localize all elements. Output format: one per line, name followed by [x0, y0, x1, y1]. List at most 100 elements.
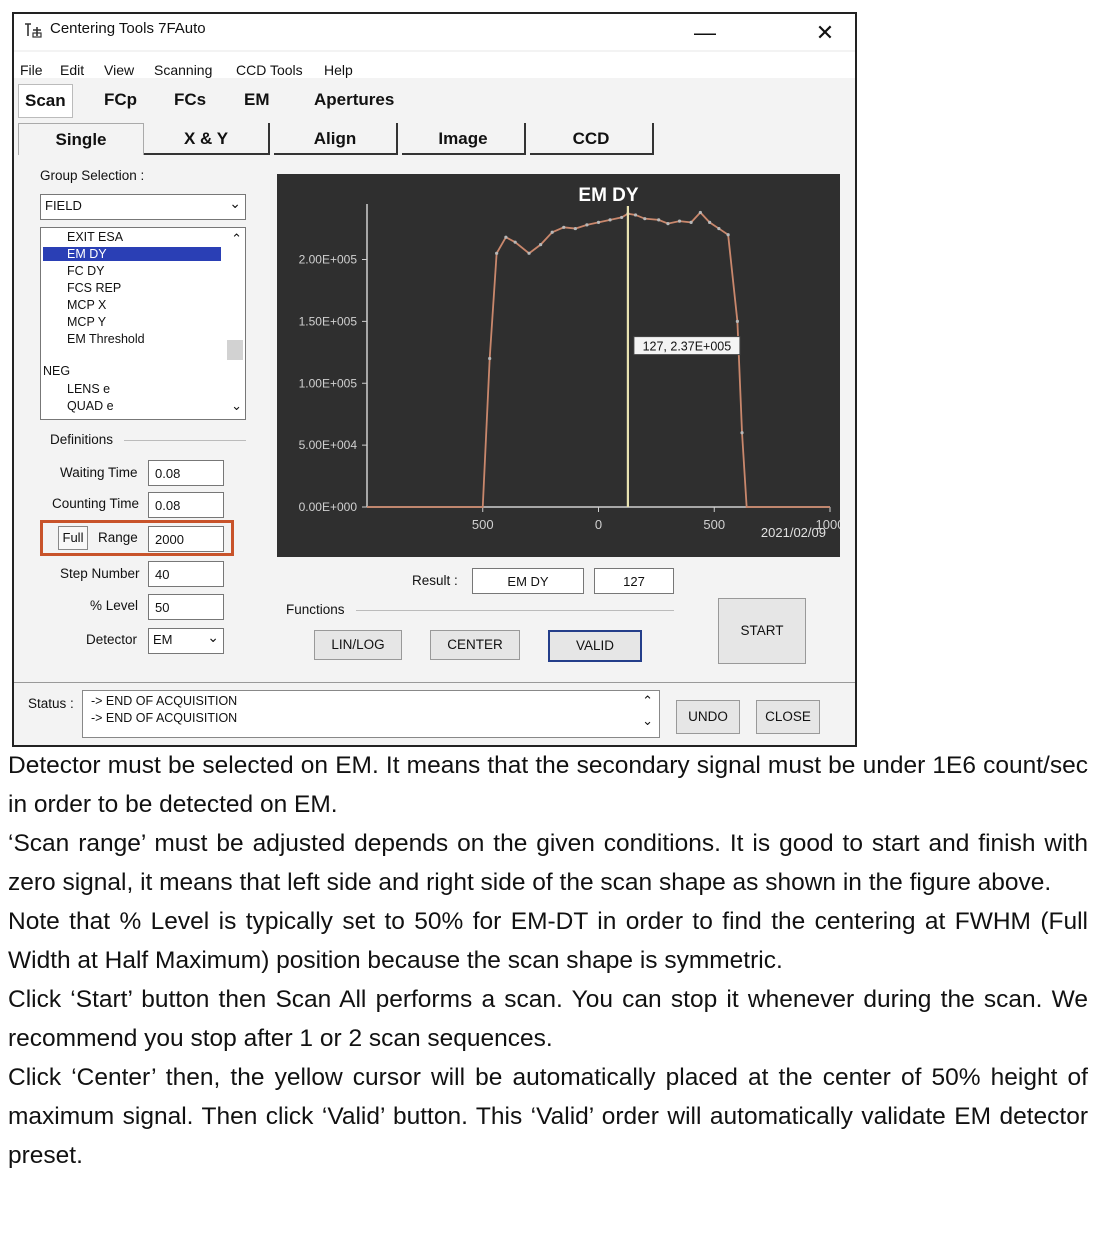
list-item[interactable]: FCS REP: [67, 281, 121, 295]
start-button[interactable]: START: [718, 598, 806, 664]
scan-data-point: [562, 225, 566, 229]
definitions-label: Definitions: [50, 432, 114, 447]
scan-series-line: [367, 211, 830, 508]
group-listbox[interactable]: EXIT ESA EM DY FC DY FCS REP MCP X MCP Y…: [40, 227, 246, 420]
tab-scan-all[interactable]: Scan All: [18, 84, 73, 142]
scroll-down-icon[interactable]: ⌄: [231, 398, 242, 414]
group-selection-dropdown[interactable]: FIELD ⌄: [40, 194, 246, 220]
minimize-button[interactable]: —: [690, 20, 720, 46]
x-tick-label: 0: [595, 517, 602, 532]
y-tick-label: 1.50E+005: [299, 314, 358, 328]
scroll-up-icon[interactable]: ⌃: [231, 231, 242, 247]
full-button[interactable]: Full: [58, 526, 88, 550]
caption-paragraph: Click ‘Start’ button then Scan All perfo…: [8, 986, 1088, 1052]
center-button[interactable]: CENTER: [430, 630, 520, 660]
tab-em[interactable]: EM: [238, 84, 276, 116]
window-title: Centering Tools 7FAuto: [50, 20, 206, 37]
centering-tools-window: Centering Tools 7FAuto — ✕ File Edit Vie…: [12, 12, 857, 747]
scan-data-point: [633, 213, 638, 217]
list-item[interactable]: MCP X: [67, 298, 106, 312]
scan-data-point: [608, 218, 612, 222]
detector-dropdown[interactable]: EM ⌄: [148, 628, 224, 654]
scroll-down-icon[interactable]: ⌄: [642, 713, 653, 729]
status-label: Status :: [28, 696, 74, 711]
menu-ccd-tools[interactable]: CCD Tools: [236, 62, 303, 78]
status-divider: [14, 682, 855, 683]
tab-single[interactable]: Single: [18, 123, 144, 155]
title-bar: Centering Tools 7FAuto — ✕: [14, 14, 855, 50]
status-textbox[interactable]: -> END OF ACQUISITION -> END OF ACQUISIT…: [82, 690, 660, 738]
list-item[interactable]: FC DY: [67, 264, 105, 278]
x-tick-label: 500: [703, 517, 725, 532]
step-number-input[interactable]: 40: [148, 561, 224, 587]
tab-align[interactable]: Align: [274, 123, 398, 155]
result-name-field: EM DY: [472, 568, 584, 594]
list-item[interactable]: EM Threshold: [67, 332, 145, 346]
scan-chart[interactable]: EM DY 2.00E+005 1.50E+005 1.00E+005 5.00E+00…: [277, 174, 845, 557]
scan-data-point: [573, 226, 577, 231]
menu-scanning[interactable]: Scanning: [154, 62, 212, 78]
list-item[interactable]: MCP Y: [67, 315, 106, 329]
scan-data-point: [698, 210, 702, 215]
menu-view[interactable]: View: [104, 62, 134, 78]
level-label: % Level: [90, 598, 139, 613]
tab-fcp[interactable]: FCp: [98, 84, 143, 116]
undo-button[interactable]: UNDO: [676, 700, 740, 734]
valid-button[interactable]: VALID: [548, 630, 642, 662]
range-label: Range: [98, 530, 138, 545]
group-selection-label: Group Selection :: [40, 168, 145, 183]
menu-help[interactable]: Help: [324, 62, 353, 78]
lin-log-button[interactable]: LIN/LOG: [314, 630, 402, 660]
tab-image[interactable]: Image: [402, 123, 526, 155]
tab-apertures[interactable]: Apertures: [308, 84, 400, 116]
menu-edit[interactable]: Edit: [60, 62, 84, 78]
y-tick-label: 0.00E+000: [299, 500, 358, 514]
level-input[interactable]: 50: [148, 594, 224, 620]
functions-label: Functions: [286, 602, 345, 617]
scan-data-point: [677, 219, 682, 223]
chevron-down-icon: ⌄: [229, 195, 241, 211]
x-tick-label: 500: [472, 517, 494, 532]
chart-title: EM DY: [578, 185, 639, 206]
scan-data-point: [513, 240, 517, 244]
scan-data-point: [585, 223, 589, 227]
list-item[interactable]: EXIT ESA: [67, 230, 123, 244]
y-tick-label: 2.00E+005: [299, 253, 358, 267]
scan-data-point: [643, 217, 647, 221]
group-selection-value: FIELD: [45, 198, 82, 213]
step-number-label: Step Number: [60, 566, 140, 581]
scan-data-point: [689, 220, 693, 224]
scan-data-point: [708, 220, 712, 224]
scan-chart-svg: EM DY 2.00E+005 1.50E+005 1.00E+005 5.00E+00…: [299, 185, 845, 540]
list-item[interactable]: LENS e: [67, 382, 110, 396]
tab-fcs[interactable]: FCs: [168, 84, 212, 116]
tab-x-and-y[interactable]: X & Y: [144, 123, 270, 155]
tab-ccd[interactable]: CCD: [530, 123, 654, 155]
functions-divider: [356, 610, 674, 611]
list-item[interactable]: QUAD e: [67, 399, 114, 413]
menu-file[interactable]: File: [20, 62, 43, 78]
status-line: -> END OF ACQUISITION: [91, 694, 238, 708]
waiting-time-input[interactable]: 0.08: [148, 460, 224, 486]
app-icon: [25, 23, 42, 38]
scan-data-point: [550, 230, 554, 234]
scan-data-point: [596, 220, 601, 224]
list-group-header: NEG: [43, 364, 71, 378]
result-label: Result :: [412, 573, 458, 588]
scan-data-point: [620, 215, 624, 220]
waiting-time-label: Waiting Time: [60, 465, 138, 480]
counting-time-label: Counting Time: [52, 496, 140, 511]
close-window-button[interactable]: ✕: [810, 20, 840, 46]
caption-paragraph: Detector must be selected on EM. It mean…: [8, 752, 1088, 818]
close-button[interactable]: CLOSE: [756, 700, 820, 734]
scan-data-point: [527, 251, 531, 255]
scrollbar-thumb[interactable]: [227, 340, 243, 360]
caption: Detector must be selected on EM. It mean…: [8, 746, 1088, 1175]
scroll-up-icon[interactable]: ⌃: [642, 693, 653, 709]
detector-label: Detector: [86, 632, 138, 647]
counting-time-input[interactable]: 0.08: [148, 492, 224, 518]
list-item-selected[interactable]: EM DY: [43, 247, 221, 261]
y-tick-label: 5.00E+004: [299, 438, 358, 452]
range-input[interactable]: 2000: [148, 526, 224, 552]
caption-paragraph: ‘Scan range’ must be adjusted depends on…: [8, 830, 1088, 896]
